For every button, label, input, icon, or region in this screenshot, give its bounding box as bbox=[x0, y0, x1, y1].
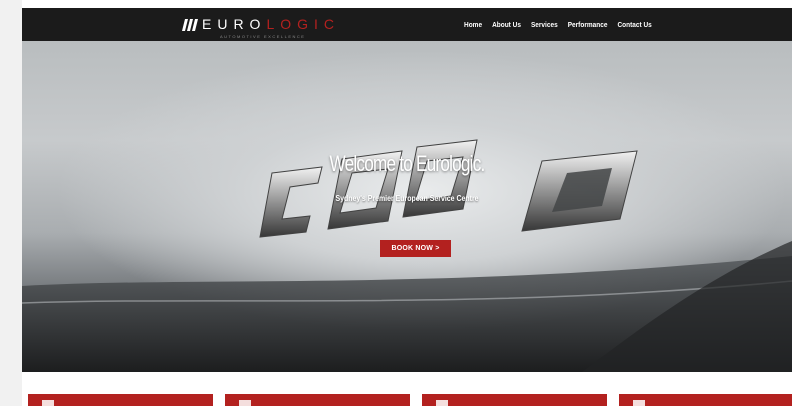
nav-performance[interactable]: Performance bbox=[568, 21, 608, 29]
logo-slashes-icon bbox=[182, 19, 198, 31]
nav-home[interactable]: Home bbox=[464, 21, 482, 29]
book-now-button[interactable]: BOOK NOW > bbox=[380, 240, 451, 257]
service-icon bbox=[436, 400, 448, 406]
service-icon bbox=[42, 400, 54, 406]
page: EUROLOGIC AUTOMOTIVE EXCELLENCE Home Abo… bbox=[22, 0, 792, 406]
hero-banner: Welcome to Eurologic. Sydney's Premier E… bbox=[22, 41, 792, 372]
service-icon bbox=[633, 400, 645, 406]
service-card[interactable] bbox=[422, 394, 607, 406]
main-nav: Home About Us Services Performance Conta… bbox=[464, 18, 652, 32]
site-header: EUROLOGIC AUTOMOTIVE EXCELLENCE Home Abo… bbox=[22, 8, 792, 41]
logo[interactable]: EUROLOGIC AUTOMOTIVE EXCELLENCE bbox=[182, 14, 352, 40]
logo-text-accent: LOGIC bbox=[266, 16, 341, 32]
logo-wordmark: EUROLOGIC bbox=[202, 16, 340, 32]
service-card[interactable] bbox=[225, 394, 410, 406]
nav-about-us[interactable]: About Us bbox=[492, 21, 521, 29]
service-cards bbox=[22, 372, 792, 406]
hero-content: Welcome to Eurologic. Sydney's Premier E… bbox=[22, 41, 792, 372]
nav-contact-us[interactable]: Contact Us bbox=[617, 21, 651, 29]
logo-text-main: EURO bbox=[202, 16, 267, 32]
logo-tagline: AUTOMOTIVE EXCELLENCE bbox=[220, 34, 306, 39]
service-icon bbox=[239, 400, 251, 406]
nav-services[interactable]: Services bbox=[531, 21, 558, 29]
hero-title: Welcome to Eurologic. bbox=[329, 151, 485, 176]
service-card[interactable] bbox=[619, 394, 792, 406]
hero-subtitle: Sydney's Premier European Service Centre bbox=[335, 193, 479, 203]
service-card[interactable] bbox=[28, 394, 213, 406]
page-gutter bbox=[0, 0, 22, 406]
